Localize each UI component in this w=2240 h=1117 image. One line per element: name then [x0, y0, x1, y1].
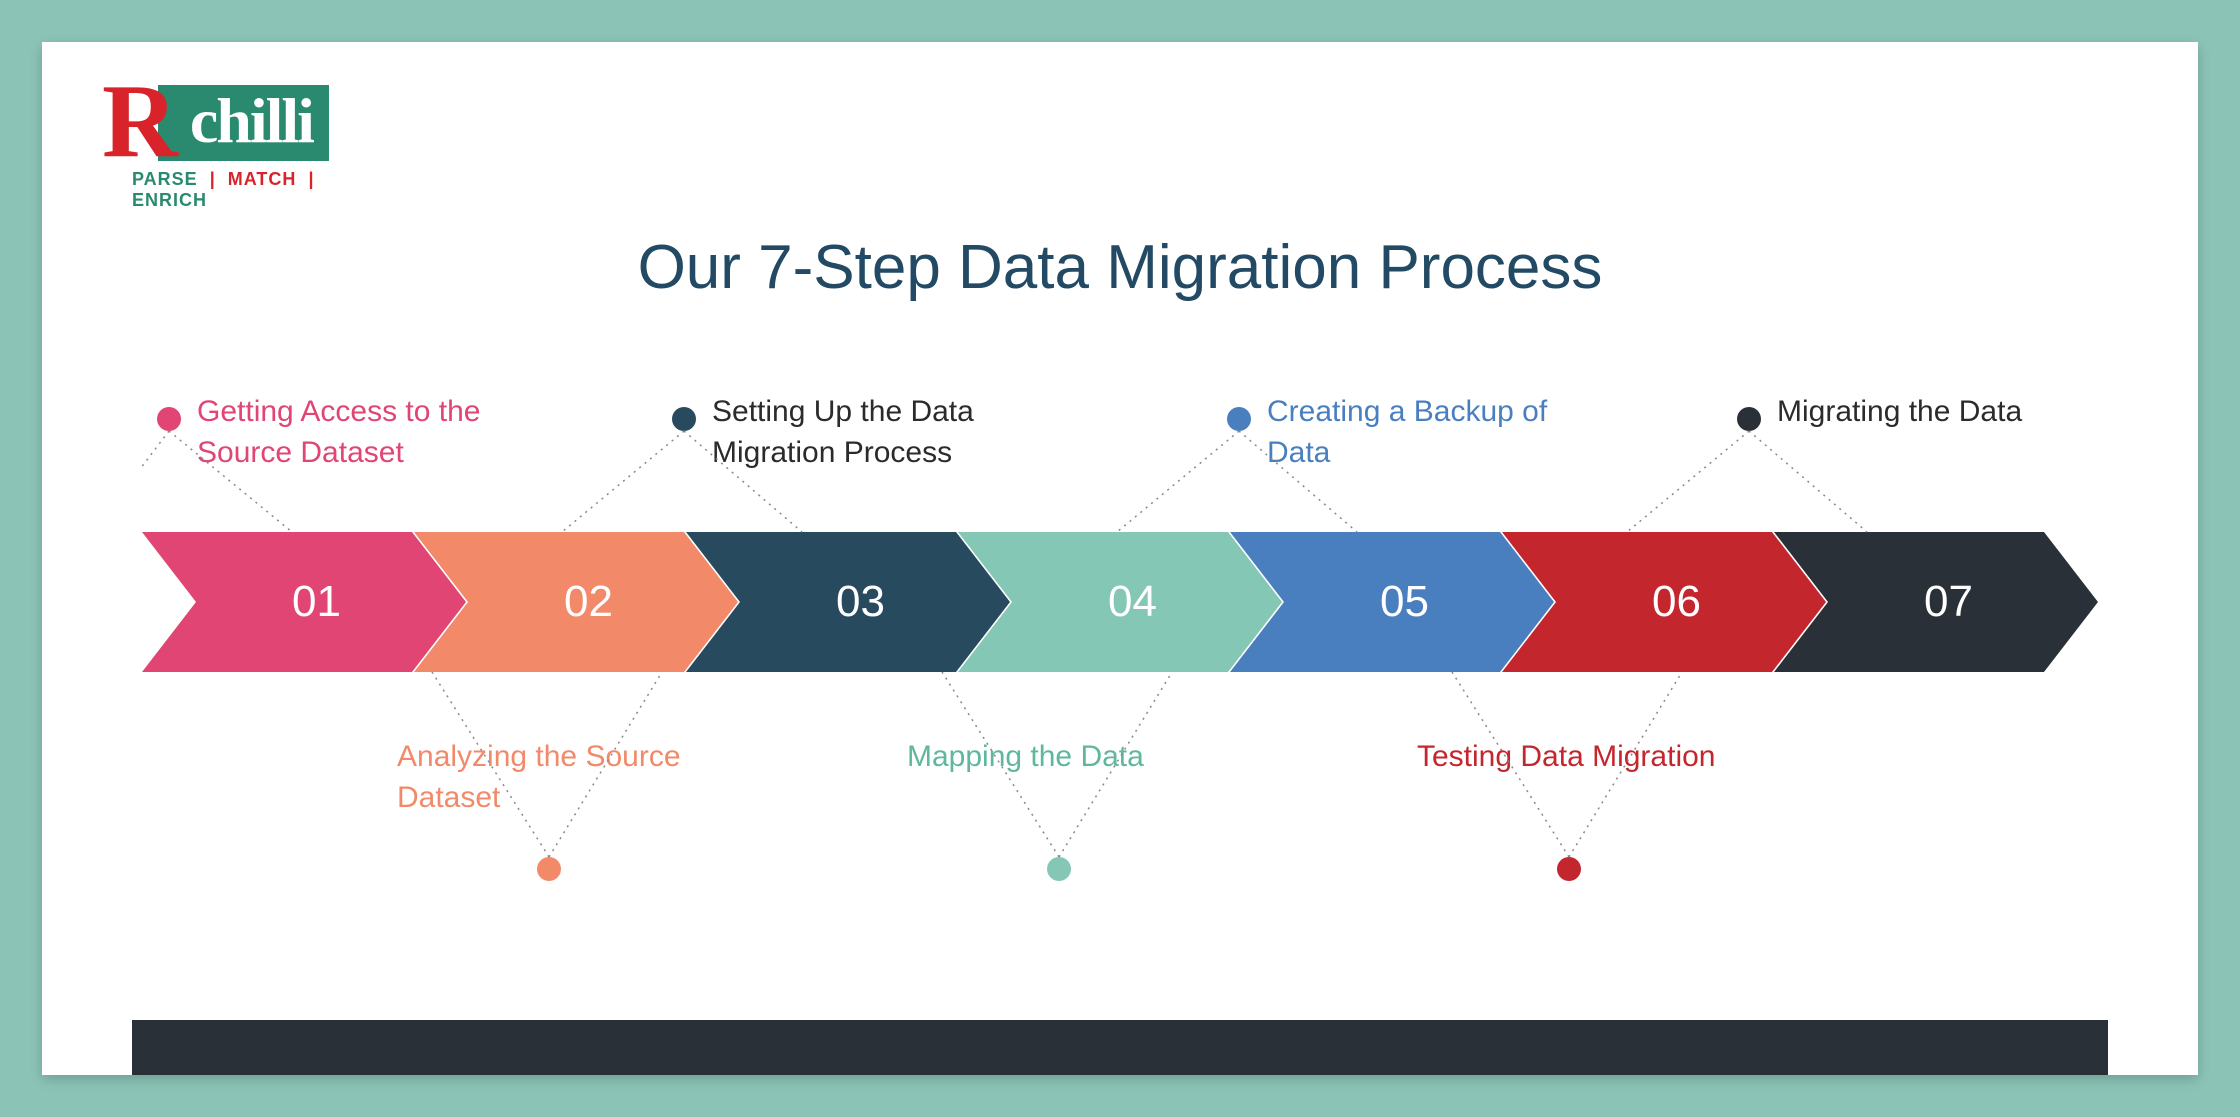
step-6-label: Testing Data Migration [1417, 737, 1715, 778]
step-6-number: 06 [1652, 577, 1701, 627]
footer-bar [132, 1020, 2108, 1075]
step-4-dot-icon [1047, 857, 1071, 881]
tagline-sep-icon: | [308, 169, 314, 189]
logo-letter-r: R [102, 82, 178, 161]
brand-logo: R chilli PARSE | MATCH | ENRICH [102, 82, 382, 211]
process-flow-chart: Getting Access to the Source Dataset Set… [142, 382, 2098, 982]
step-7-arrow: 07 [1774, 532, 2098, 672]
step-3-number: 03 [836, 577, 885, 627]
arrow-row: 01 02 03 04 05 06 [142, 532, 2098, 672]
step-5-label: Creating a Backup of Data [1267, 392, 1587, 473]
step-7-number: 07 [1924, 577, 1973, 627]
step-7-label: Migrating the Data [1777, 392, 2022, 433]
step-6-dot-icon [1557, 857, 1581, 881]
tagline-match: MATCH [228, 169, 297, 189]
step-4-label: Mapping the Data [907, 737, 1144, 778]
diagram-title: Our 7-Step Data Migration Process [42, 232, 2198, 303]
step-5-dot-icon [1227, 407, 1251, 431]
step-2-label: Analyzing the Source Dataset [397, 737, 717, 818]
step-2-dot-icon [537, 857, 561, 881]
step-2-number: 02 [564, 577, 613, 627]
step-5-number: 05 [1380, 577, 1429, 627]
step-4-number: 04 [1108, 577, 1157, 627]
step-1-number: 01 [292, 577, 341, 627]
diagram-card: R chilli PARSE | MATCH | ENRICH Our 7-St… [42, 42, 2198, 1075]
step-3-label: Setting Up the Data Migration Process [712, 392, 1032, 473]
step-3-dot-icon [672, 407, 696, 431]
tagline-enrich: ENRICH [132, 190, 207, 210]
logo-text-box: chilli [158, 85, 329, 161]
step-1-label: Getting Access to the Source Dataset [197, 392, 517, 473]
step-1-dot-icon [157, 407, 181, 431]
tagline-sep-icon: | [210, 169, 216, 189]
step-7-dot-icon [1737, 407, 1761, 431]
logo-main: R chilli [102, 82, 382, 161]
